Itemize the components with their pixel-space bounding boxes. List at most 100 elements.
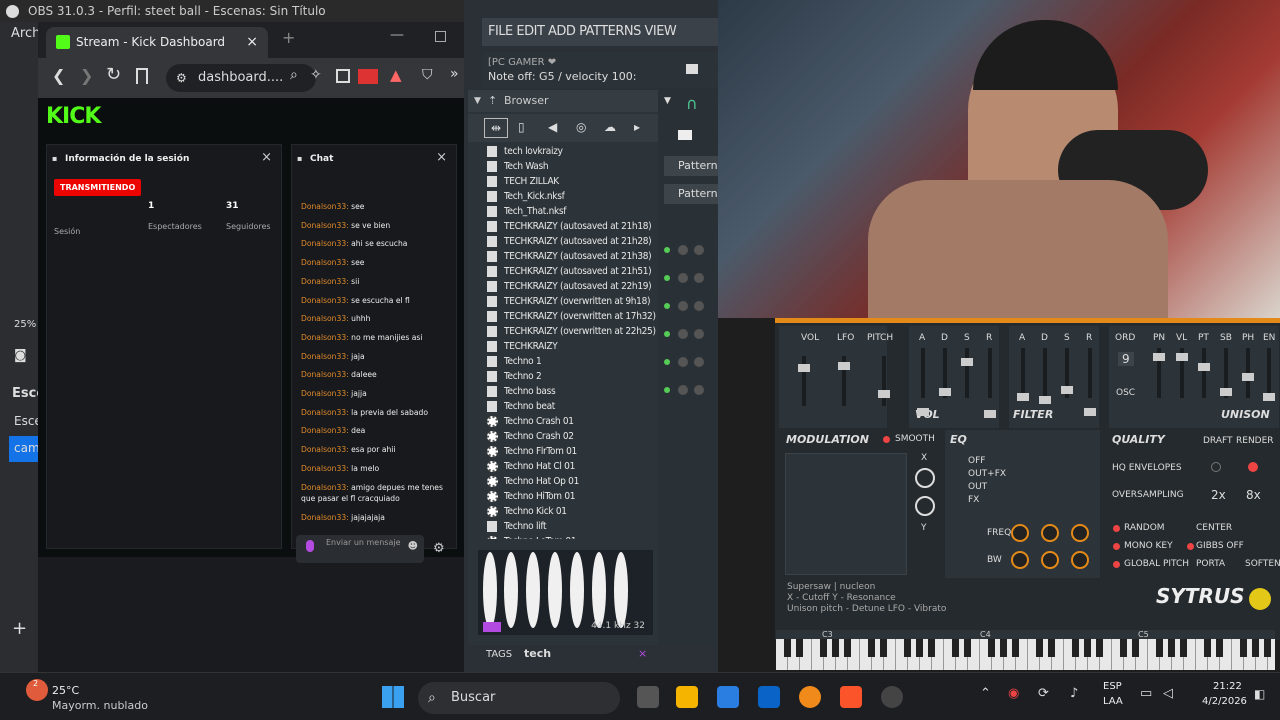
file-item[interactable]: TECHKRAIZY (autosaved at 21h51) — [474, 264, 658, 279]
black-key[interactable] — [1180, 639, 1187, 657]
file-item[interactable]: TECHKRAIZY (overwritten at 22h25) — [474, 324, 658, 339]
black-key[interactable] — [832, 639, 839, 657]
channel-pan-knob[interactable] — [678, 301, 688, 311]
close-chat-icon[interactable]: × — [436, 150, 447, 165]
xy-pad[interactable] — [785, 453, 907, 575]
chat-username[interactable]: Donalson33: — [301, 221, 349, 230]
file-item[interactable]: TECHKRAIZY (autosaved at 22h19) — [474, 279, 658, 294]
envelope-fader[interactable] — [939, 388, 951, 396]
envelope-slider[interactable] — [1039, 348, 1051, 404]
globe-icon[interactable]: ◎ — [576, 120, 586, 134]
waveform-preview[interactable]: 44.1 kHz 32 — [478, 550, 653, 635]
soften-option[interactable]: SOFTEN — [1245, 559, 1280, 569]
brave-icon[interactable] — [840, 686, 862, 708]
black-key[interactable] — [928, 639, 935, 657]
unison-slider[interactable] — [1153, 348, 1165, 398]
back-icon[interactable]: ❮ — [52, 66, 65, 85]
file-item[interactable]: Techno HiTom 01 — [474, 489, 658, 504]
zoom-icon[interactable]: ⌕ — [290, 67, 298, 83]
envelope-fader[interactable] — [1017, 393, 1029, 401]
file-item[interactable]: Techno Hat Cl 01 — [474, 459, 658, 474]
file-item[interactable]: Techno Crash 02 — [474, 429, 658, 444]
freq-knob-2[interactable] — [1041, 524, 1059, 542]
eq-fx[interactable]: FX — [968, 495, 979, 505]
channel-vol-knob[interactable] — [694, 301, 704, 311]
file-item[interactable]: Techno Hat Op 01 — [474, 474, 658, 489]
channel-led[interactable] — [664, 303, 670, 309]
black-key[interactable] — [952, 639, 959, 657]
freq-knob-3[interactable] — [1071, 524, 1089, 542]
black-key[interactable] — [1072, 639, 1079, 657]
file-item[interactable]: TECHKRAIZY (overwritten at 17h32) — [474, 309, 658, 324]
ord-value[interactable]: 9 — [1118, 352, 1134, 366]
unison-fader[interactable] — [1176, 353, 1188, 361]
pattern-selector-2[interactable]: Pattern — [664, 184, 718, 204]
channel-vol-knob[interactable] — [694, 329, 704, 339]
unison-fader[interactable] — [1153, 353, 1165, 361]
black-key[interactable] — [1048, 639, 1055, 657]
taskview-icon[interactable] — [637, 686, 659, 708]
chat-username[interactable]: Donalson33: — [301, 483, 349, 492]
channel-row[interactable] — [664, 301, 714, 313]
file-item[interactable]: tech lovkraizy — [474, 144, 658, 159]
envelope-slider[interactable] — [961, 348, 973, 398]
black-key[interactable] — [1084, 639, 1091, 657]
chat-username[interactable]: Donalson33: — [301, 277, 349, 286]
close-tags-icon[interactable]: × — [638, 647, 647, 660]
chat-username[interactable]: Donalson33: — [301, 426, 349, 435]
tray-mic-icon[interactable]: ♪ — [1070, 686, 1078, 701]
chat-username[interactable]: Donalson33: — [301, 513, 349, 522]
chat-username[interactable]: Donalson33: — [301, 464, 349, 473]
site-info-icon[interactable]: ⚙ — [176, 64, 187, 92]
reload-icon[interactable]: ↻ — [106, 64, 121, 85]
black-key[interactable] — [1036, 639, 1043, 657]
clock-time[interactable]: 21:22 — [1213, 681, 1242, 692]
lang-1[interactable]: ESP — [1103, 681, 1122, 692]
black-key[interactable] — [1096, 639, 1103, 657]
chat-username[interactable]: Donalson33: — [301, 389, 349, 398]
bw-knob-1[interactable] — [1011, 551, 1029, 569]
envelope-slider[interactable] — [1017, 348, 1029, 401]
black-key[interactable] — [844, 639, 851, 657]
camera-icon[interactable]: ◙ — [14, 348, 27, 363]
add-icon[interactable]: + — [12, 618, 27, 639]
freq-knob-1[interactable] — [1011, 524, 1029, 542]
chat-input[interactable]: Enviar un mensaje ☻ — [296, 535, 424, 563]
black-key[interactable] — [796, 639, 803, 657]
tags-value[interactable]: tech — [524, 647, 551, 660]
global-pitch-option[interactable]: GLOBAL PITCH — [1124, 559, 1189, 569]
arrow-down-icon[interactable]: ▼ — [474, 90, 481, 112]
chat-username[interactable]: Donalson33: — [301, 445, 349, 454]
black-key[interactable] — [1204, 639, 1211, 657]
shield-icon[interactable]: ⛉ — [422, 67, 433, 83]
outlook-icon[interactable] — [758, 686, 780, 708]
black-key[interactable] — [1156, 639, 1163, 657]
unison-slider[interactable] — [1198, 348, 1210, 398]
bw-knob-2[interactable] — [1041, 551, 1059, 569]
chat-username[interactable]: Donalson33: — [301, 296, 349, 305]
volume-icon[interactable]: ◁ — [1163, 686, 1173, 701]
black-key[interactable] — [1252, 639, 1259, 657]
channel-vol-knob[interactable] — [694, 357, 704, 367]
file-item[interactable]: TECHKRAIZY (autosaved at 21h38) — [474, 249, 658, 264]
maximize-icon[interactable] — [435, 31, 446, 42]
channel-led[interactable] — [664, 359, 670, 365]
black-key[interactable] — [880, 639, 887, 657]
mic-icon[interactable] — [306, 540, 314, 552]
channel-vol-knob[interactable] — [694, 245, 704, 255]
black-key[interactable] — [868, 639, 875, 657]
hq-draft-led[interactable] — [1211, 462, 1221, 472]
envelope-fader[interactable] — [961, 358, 973, 366]
envelope-slider[interactable] — [1084, 348, 1096, 416]
file-item[interactable]: Techno FlrTom 01 — [474, 444, 658, 459]
unison-fader[interactable] — [1263, 393, 1275, 401]
source-item-selected[interactable]: cam — [9, 436, 40, 462]
chat-username[interactable]: Donalson33: — [301, 202, 349, 211]
document-icon[interactable]: ▯ — [518, 120, 525, 134]
oversampling-draft[interactable]: 2x — [1211, 488, 1226, 502]
porta-option[interactable]: PORTA — [1196, 559, 1225, 569]
plugin-icon[interactable]: ◀ — [548, 120, 557, 134]
fl-studio-icon[interactable] — [799, 686, 821, 708]
rack-arrow-icon[interactable]: ▼ — [664, 96, 671, 106]
x-knob[interactable] — [915, 468, 935, 488]
